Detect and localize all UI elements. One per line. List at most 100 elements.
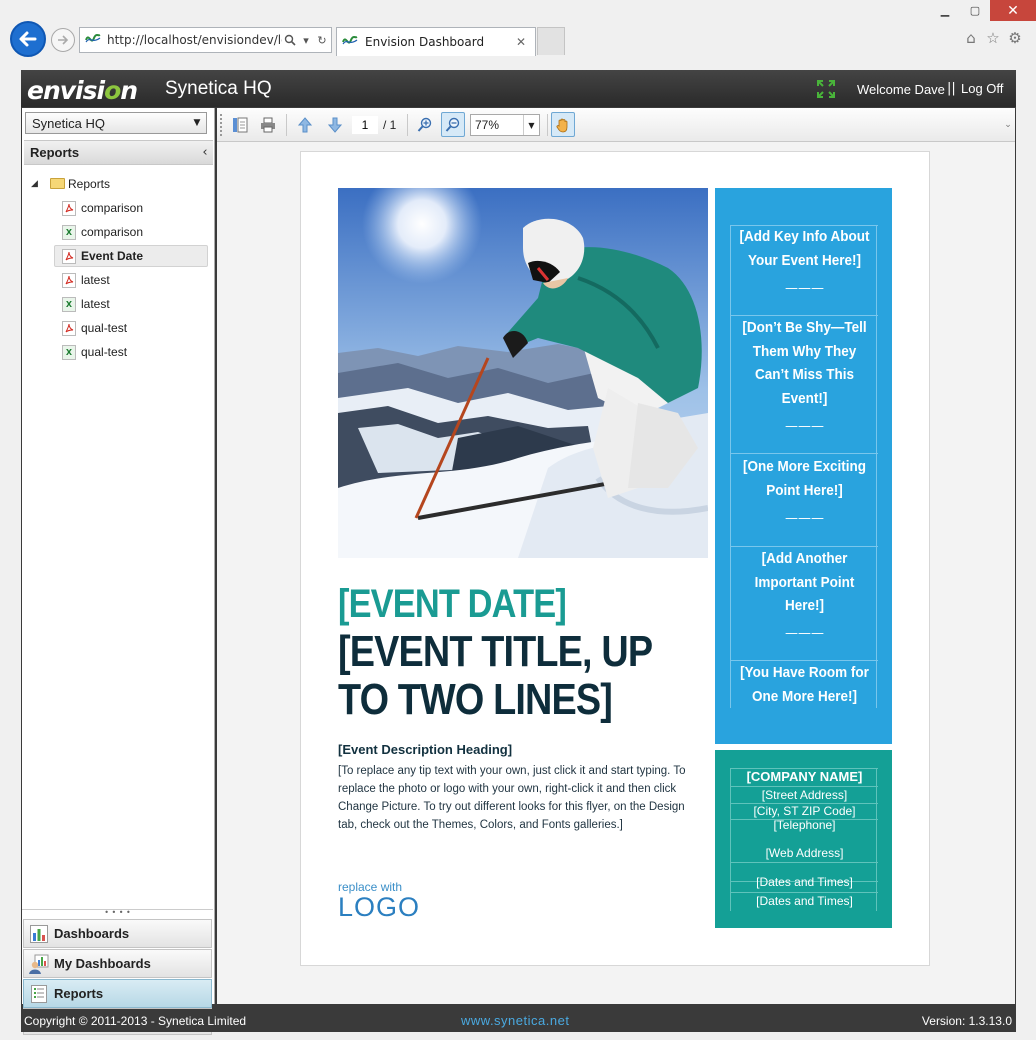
nav-label: Dashboards bbox=[54, 926, 130, 941]
tree-item-label: Event Date bbox=[81, 249, 144, 263]
tree-item-label: comparison bbox=[81, 225, 144, 239]
refresh-icon[interactable]: ↻ bbox=[314, 32, 330, 48]
home-icon[interactable]: ⌂ bbox=[962, 28, 980, 48]
excel-file-icon: X bbox=[62, 224, 76, 240]
excel-file-icon: X bbox=[62, 344, 76, 360]
panel-splitter-handle[interactable]: • • • • bbox=[22, 909, 213, 917]
back-arrow-icon bbox=[19, 31, 37, 47]
printer-icon bbox=[261, 117, 275, 132]
next-page-button[interactable] bbox=[323, 112, 347, 137]
skier-photo bbox=[338, 188, 708, 558]
forward-button[interactable] bbox=[51, 28, 75, 52]
toolbar-overflow-icon[interactable]: ⌄ bbox=[1003, 112, 1013, 138]
zoom-level-value: 77% bbox=[475, 118, 500, 132]
fullscreen-expand-icon[interactable] bbox=[817, 80, 835, 98]
tree-item-qual-test-pdf[interactable]: qual-test bbox=[22, 316, 212, 340]
collapse-panel-icon[interactable]: ‹ bbox=[197, 145, 213, 160]
company-info-table: [COMPANY NAME] [Street Address] [City, S… bbox=[730, 768, 878, 911]
tree-root-reports[interactable]: ◢ Reports bbox=[22, 172, 212, 196]
settings-gear-icon[interactable]: ⚙ bbox=[1006, 28, 1024, 48]
site-favicon-icon bbox=[85, 32, 103, 49]
search-icon[interactable] bbox=[282, 32, 298, 48]
tree-item-latest-pdf[interactable]: latest bbox=[22, 268, 212, 292]
company-info-box: [COMPANY NAME] [Street Address] [City, S… bbox=[715, 750, 892, 928]
key-info-divider: ——— bbox=[785, 626, 824, 641]
pan-tool-button[interactable] bbox=[551, 112, 575, 137]
logo-placeholder-text: LOGO bbox=[338, 892, 421, 922]
favorites-star-icon[interactable]: ☆ bbox=[984, 28, 1002, 48]
logoff-link[interactable]: Log Off bbox=[961, 81, 1003, 96]
nav-dashboards-button[interactable]: Dashboards bbox=[23, 919, 212, 948]
header-separator: || bbox=[947, 81, 956, 96]
minimize-button[interactable]: ▁ bbox=[930, 0, 960, 21]
tree-item-label: qual-test bbox=[81, 321, 128, 335]
pdf-file-icon bbox=[62, 272, 76, 288]
tree-root-label: Reports bbox=[68, 177, 111, 191]
back-button[interactable] bbox=[10, 21, 46, 57]
bar-chart-icon bbox=[29, 924, 49, 944]
previous-page-button[interactable] bbox=[293, 112, 317, 137]
toolbar-grip[interactable] bbox=[220, 114, 222, 136]
tree-item-label: latest bbox=[81, 273, 110, 287]
report-viewer: / 1 77% ▼ ⌄ bbox=[217, 108, 1015, 1004]
reports-panel-header: Reports ‹ bbox=[24, 140, 213, 165]
city-state-zip: [City, ST ZIP Code] bbox=[753, 804, 856, 818]
website-link[interactable]: www.synetica.net bbox=[461, 1013, 569, 1028]
zoom-out-button[interactable] bbox=[441, 112, 465, 137]
table-rule bbox=[731, 786, 878, 787]
welcome-text: Welcome Dave bbox=[857, 82, 945, 97]
key-info-item: [Add Another Important Point Here!] bbox=[754, 550, 855, 614]
tree-item-latest-xls[interactable]: X latest bbox=[22, 292, 212, 316]
table-rule bbox=[731, 453, 878, 454]
nav-reports-button[interactable]: Reports bbox=[23, 979, 212, 1008]
pdf-file-icon bbox=[62, 200, 76, 216]
copyright-text: Copyright © 2011-2013 - Synetica Limited bbox=[24, 1014, 247, 1028]
toolbar-separator bbox=[286, 114, 287, 136]
zoom-in-icon bbox=[417, 117, 432, 132]
telephone: [Telephone] bbox=[773, 818, 836, 832]
zoom-out-icon bbox=[445, 117, 460, 132]
report-list-icon bbox=[29, 984, 49, 1004]
tree-item-label: latest bbox=[81, 297, 110, 311]
toolbar-separator bbox=[547, 114, 548, 136]
key-info-item: [One More Exciting Point Here!] bbox=[742, 458, 867, 499]
event-description-heading: [Event Description Heading] bbox=[338, 742, 513, 757]
browser-tab[interactable]: Envision Dashboard ✕ bbox=[336, 27, 536, 56]
version-text: Version: 1.3.13.0 bbox=[921, 1014, 1012, 1028]
key-info-divider: ——— bbox=[785, 281, 824, 296]
chevron-down-icon: ▼ bbox=[193, 118, 201, 128]
key-info-item: [Add Key Info About Your Event Here!] bbox=[739, 228, 870, 269]
key-info-divider: ——— bbox=[785, 511, 824, 526]
tree-item-comparison-xls[interactable]: X comparison bbox=[22, 220, 212, 244]
tree-expand-icon[interactable]: ◢ bbox=[31, 179, 38, 189]
tab-title: Envision Dashboard bbox=[365, 35, 485, 49]
forward-arrow-icon bbox=[58, 35, 69, 45]
page-number-input[interactable] bbox=[352, 116, 378, 134]
window-controls: ▁ ▢ ✕ bbox=[930, 0, 1036, 21]
maximize-button[interactable]: ▢ bbox=[960, 0, 990, 21]
zoom-in-button[interactable] bbox=[413, 112, 437, 137]
logo-placeholder: replace with LOGO bbox=[338, 880, 421, 922]
new-tab-button[interactable] bbox=[537, 27, 565, 55]
tree-item-event-date-pdf[interactable]: Event Date bbox=[22, 244, 212, 268]
dates-and-times: [Dates and Times] bbox=[756, 875, 853, 889]
street-address: [Street Address] bbox=[761, 788, 848, 802]
organization-select[interactable]: Synetica HQ ▼ bbox=[25, 112, 207, 134]
app-header: envision Synetica HQ Welcome Dave || Log… bbox=[21, 70, 1016, 107]
print-button[interactable] bbox=[256, 112, 280, 137]
address-bar[interactable]: http://localhost/envisiondev/log ▾ ↻ bbox=[79, 27, 332, 53]
nav-label: Reports bbox=[54, 986, 104, 1001]
tree-item-qual-test-xls[interactable]: X qual-test bbox=[22, 340, 212, 364]
key-info-item: [You Have Room for One More Here!] bbox=[740, 664, 869, 705]
key-info-item: [Don’t Be Shy—Tell Them Why They Can’t M… bbox=[742, 319, 867, 407]
document-map-button[interactable] bbox=[228, 112, 252, 137]
dates-and-times: [Dates and Times] bbox=[756, 894, 853, 908]
zoom-level-select[interactable]: 77% ▼ bbox=[470, 114, 540, 136]
company-name: [COMPANY NAME] bbox=[746, 769, 863, 784]
nav-my-dashboards-button[interactable]: My Dashboards bbox=[23, 949, 212, 978]
tab-close-icon[interactable]: ✕ bbox=[513, 35, 529, 49]
browser-tools: ⌂ ☆ ⚙ bbox=[962, 28, 1024, 48]
tree-item-comparison-pdf[interactable]: comparison bbox=[22, 196, 212, 220]
dropdown-icon[interactable]: ▾ bbox=[298, 32, 314, 48]
close-window-button[interactable]: ✕ bbox=[990, 0, 1036, 21]
